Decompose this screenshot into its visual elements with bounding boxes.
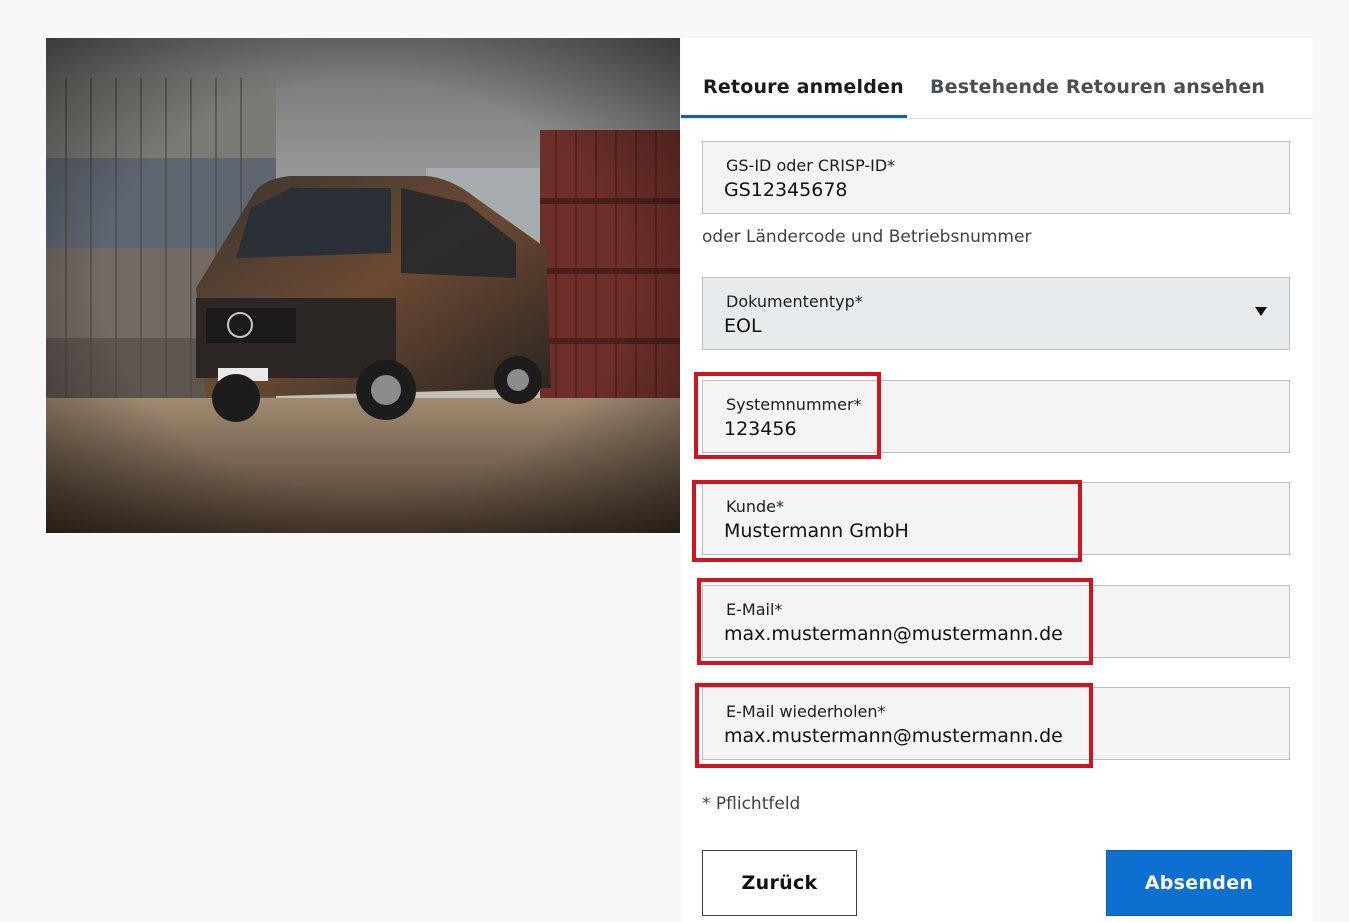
gs-id-value: GS12345678 xyxy=(724,179,848,201)
submit-button[interactable]: Absenden xyxy=(1106,850,1292,916)
system-number-label: Systemnummer* xyxy=(726,395,862,414)
gs-id-label: GS-ID oder CRISP-ID* xyxy=(726,156,896,175)
return-form-panel: Retoure anmelden Bestehende Retouren ans… xyxy=(681,38,1313,922)
required-field-note: * Pflichtfeld xyxy=(702,794,801,814)
gs-id-field[interactable]: GS-ID oder CRISP-ID* GS12345678 xyxy=(702,141,1290,214)
customer-label: Kunde* xyxy=(726,497,784,516)
chevron-down-icon xyxy=(1255,307,1267,316)
system-number-field[interactable]: Systemnummer* 123456 xyxy=(702,380,1290,453)
tab-view-returns[interactable]: Bestehende Retouren ansehen xyxy=(930,76,1265,98)
tab-bar: Retoure anmelden Bestehende Retouren ans… xyxy=(681,38,1313,119)
document-type-select[interactable]: Dokumententyp* EOL xyxy=(702,277,1290,350)
document-type-value: EOL xyxy=(724,315,762,337)
system-number-value: 123456 xyxy=(724,418,797,440)
return-registration-page: Retoure anmelden Bestehende Retouren ans… xyxy=(0,0,1349,922)
customer-value: Mustermann GmbH xyxy=(724,520,909,542)
van-photo-illustration xyxy=(46,38,680,533)
email-repeat-field[interactable]: E-Mail wiederholen* max.mustermann@muste… xyxy=(702,687,1290,760)
email-repeat-value: max.mustermann@mustermann.de xyxy=(724,725,1063,747)
tab-register-return[interactable]: Retoure anmelden xyxy=(703,76,904,98)
email-value: max.mustermann@mustermann.de xyxy=(724,623,1063,645)
email-field[interactable]: E-Mail* max.mustermann@mustermann.de xyxy=(702,585,1290,658)
gs-id-hint: oder Ländercode und Betriebsnummer xyxy=(702,227,1032,247)
email-label: E-Mail* xyxy=(726,600,783,619)
customer-field[interactable]: Kunde* Mustermann GmbH xyxy=(702,482,1290,555)
email-repeat-label: E-Mail wiederholen* xyxy=(726,702,886,721)
back-button[interactable]: Zurück xyxy=(702,850,857,916)
document-type-label: Dokumententyp* xyxy=(726,292,863,311)
hero-image xyxy=(46,38,680,533)
active-tab-indicator xyxy=(681,115,907,118)
